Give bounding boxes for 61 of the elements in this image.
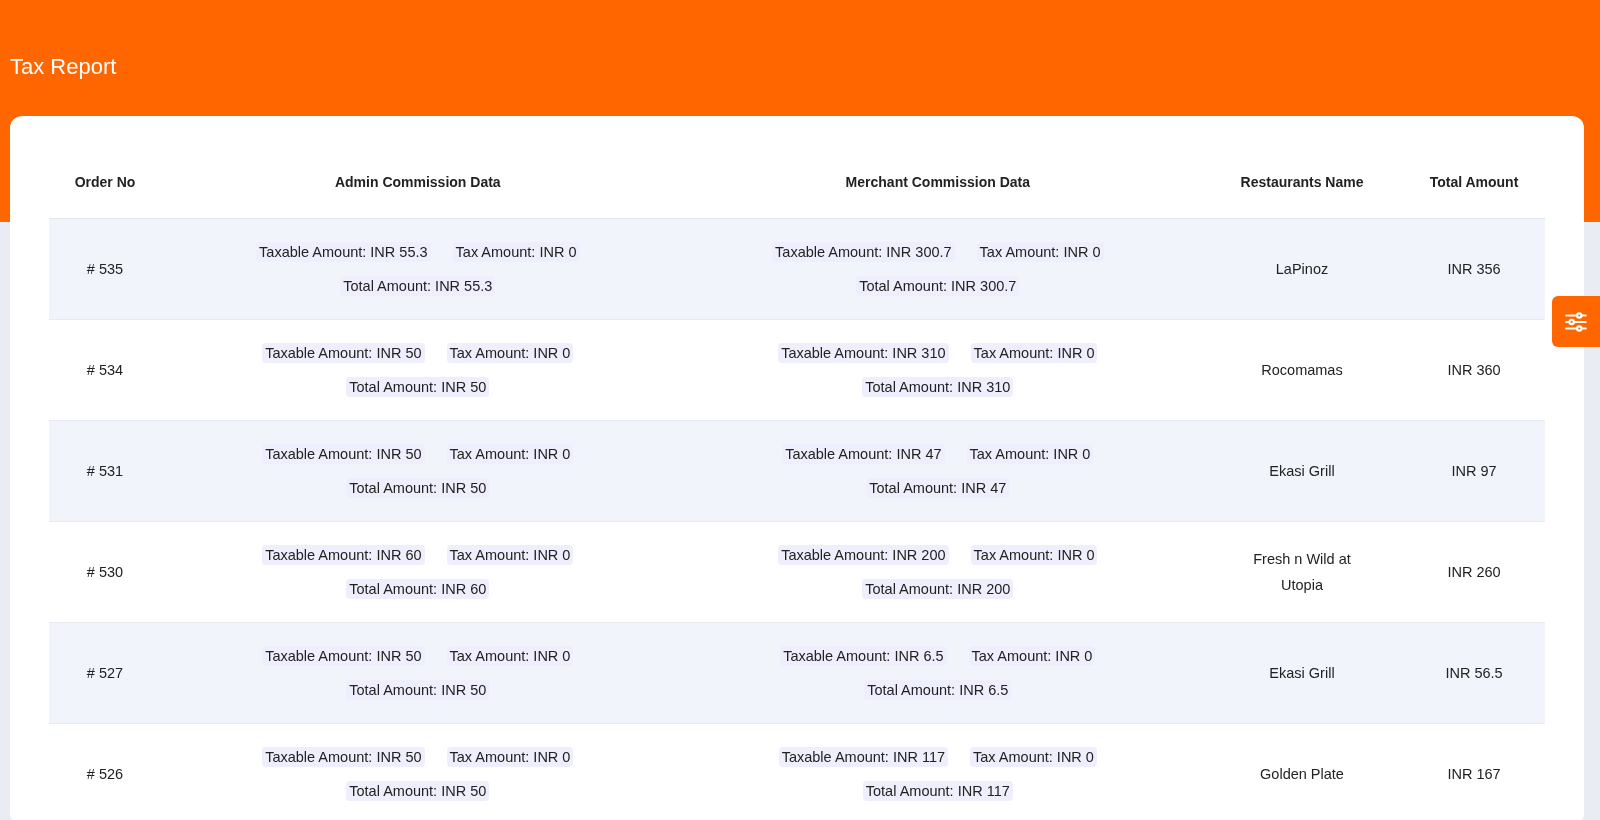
amount-chip: Taxable Amount: INR 60 xyxy=(262,545,425,565)
amount-chip: Total Amount: INR 50 xyxy=(346,781,490,801)
amount-chip: Tax Amount: INR 0 xyxy=(452,242,580,262)
amount-chip: Total Amount: INR 60 xyxy=(346,579,490,599)
amount-chip: Total Amount: INR 310 xyxy=(862,377,1014,397)
amount-chip: Taxable Amount: INR 300.7 xyxy=(772,242,955,262)
total-amount: INR 97 xyxy=(1451,463,1497,479)
amount-chip: Taxable Amount: INR 50 xyxy=(262,646,425,666)
order-number: # 530 xyxy=(86,564,124,580)
amount-chip: Total Amount: INR 50 xyxy=(346,680,490,700)
amount-chip: Total Amount: INR 117 xyxy=(862,781,1013,801)
total-amount: INR 260 xyxy=(1447,564,1501,580)
amount-chip: Total Amount: INR 300.7 xyxy=(856,276,1020,296)
column-header: Order No xyxy=(49,146,161,219)
amount-chip: Taxable Amount: INR 50 xyxy=(262,444,425,464)
amount-chip: Tax Amount: INR 0 xyxy=(446,343,574,363)
restaurant-name: Ekasi Grill xyxy=(1269,663,1335,683)
restaurant-name: Golden Plate xyxy=(1260,764,1344,784)
amount-chip: Tax Amount: INR 0 xyxy=(970,747,1097,767)
page-title: Tax Report xyxy=(10,53,118,80)
amount-chip: Taxable Amount: INR 50 xyxy=(262,343,425,363)
column-header: Restaurants Name xyxy=(1201,146,1403,219)
amount-chip: Total Amount: INR 50 xyxy=(346,478,490,498)
amount-chip: Tax Amount: INR 0 xyxy=(970,343,1098,363)
amount-chip: Tax Amount: INR 0 xyxy=(970,545,1098,565)
amount-chip: Tax Amount: INR 0 xyxy=(446,747,574,767)
amount-chip: Total Amount: INR 6.5 xyxy=(864,680,1012,700)
amount-chip: Taxable Amount: INR 200 xyxy=(778,545,949,565)
amount-chip: Total Amount: INR 47 xyxy=(866,478,1010,498)
amount-chip: Taxable Amount: INR 47 xyxy=(782,444,945,464)
total-amount: INR 356 xyxy=(1447,261,1501,277)
amount-chip: Tax Amount: INR 0 xyxy=(968,646,1096,666)
amount-chip: Tax Amount: INR 0 xyxy=(446,444,574,464)
order-number: # 534 xyxy=(86,362,124,378)
restaurant-name: Ekasi Grill xyxy=(1269,461,1335,481)
restaurant-name: Fresh n Wild at Utopia xyxy=(1252,549,1352,595)
column-header: Merchant Commission Data xyxy=(674,146,1201,219)
amount-chip: Taxable Amount: INR 50 xyxy=(262,747,425,767)
filter-button[interactable] xyxy=(1552,296,1600,347)
order-number: # 527 xyxy=(86,665,124,681)
column-header: Admin Commission Data xyxy=(161,146,675,219)
total-amount: INR 167 xyxy=(1447,766,1501,782)
amount-chip: Total Amount: INR 50 xyxy=(346,377,490,397)
amount-chip: Tax Amount: INR 0 xyxy=(976,242,1104,262)
restaurant-name: LaPinoz xyxy=(1275,259,1329,279)
amount-chip: Taxable Amount: INR 6.5 xyxy=(780,646,947,666)
total-amount: INR 56.5 xyxy=(1445,665,1503,681)
amount-chip: Taxable Amount: INR 117 xyxy=(778,747,949,767)
amount-chip: Tax Amount: INR 0 xyxy=(446,646,574,666)
order-number: # 526 xyxy=(86,766,124,782)
amount-chip: Tax Amount: INR 0 xyxy=(446,545,574,565)
column-header: Total Amount xyxy=(1403,146,1545,219)
order-number: # 535 xyxy=(86,261,124,277)
amount-chip: Tax Amount: INR 0 xyxy=(966,444,1094,464)
amount-chip: Total Amount: INR 200 xyxy=(862,579,1014,599)
amount-chip: Taxable Amount: INR 310 xyxy=(778,343,949,363)
restaurant-name: Rocomamas xyxy=(1261,360,1343,380)
total-amount: INR 360 xyxy=(1447,362,1501,378)
order-number: # 531 xyxy=(86,463,124,479)
amount-chip: Total Amount: INR 55.3 xyxy=(340,276,496,296)
amount-chip: Taxable Amount: INR 55.3 xyxy=(256,242,431,262)
